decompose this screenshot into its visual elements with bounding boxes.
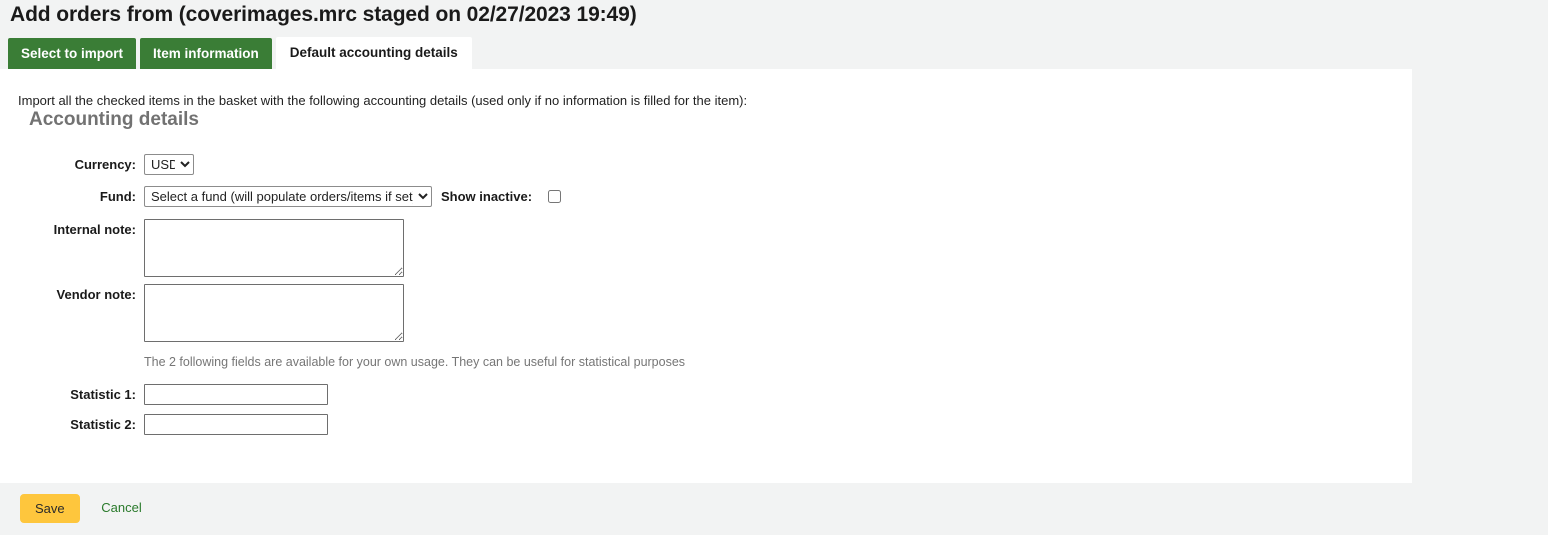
internal-note-textarea[interactable] <box>144 219 404 277</box>
section-title: Accounting details <box>29 109 199 130</box>
row-currency: Currency: USD <box>0 154 1412 176</box>
tab-bar: Select to import Item information Defaul… <box>0 36 1548 69</box>
row-fund: Fund: Select a fund (will populate order… <box>0 186 1412 208</box>
statistic-1-label: Statistic 1: <box>70 387 136 402</box>
tab-item-information[interactable]: Item information <box>140 38 272 69</box>
tab-default-accounting-details[interactable]: Default accounting details <box>275 37 472 69</box>
fund-label: Fund: <box>99 189 136 204</box>
currency-control: USD <box>144 154 1412 175</box>
vendor-note-label: Vendor note: <box>56 287 136 302</box>
show-inactive-label: Show inactive: <box>441 189 533 204</box>
statistic-1-input[interactable] <box>144 384 328 405</box>
vendor-note-control <box>144 284 1412 342</box>
vendor-note-textarea[interactable] <box>144 284 404 342</box>
tab-select-to-import[interactable]: Select to import <box>8 38 137 69</box>
intro-text: Import all the checked items in the bask… <box>18 93 748 108</box>
currency-select[interactable]: USD <box>144 154 194 175</box>
row-vendor-note: Vendor note: <box>0 284 1412 342</box>
statistics-hint: The 2 following fields are available for… <box>144 355 686 369</box>
form-actions: Save Cancel <box>0 483 1548 523</box>
internal-note-control <box>144 219 1412 277</box>
currency-label: Currency: <box>74 157 136 172</box>
save-button[interactable]: Save <box>20 494 80 523</box>
show-inactive-checkbox[interactable] <box>548 190 562 203</box>
fund-select[interactable]: Select a fund (will populate orders/item… <box>144 186 432 207</box>
internal-note-label: Internal note: <box>53 222 136 237</box>
page-title: Add orders from (coverimages.mrc staged … <box>10 3 637 26</box>
statistic-1-control <box>144 384 1412 405</box>
hint-control: The 2 following fields are available for… <box>144 354 1412 370</box>
accounting-details-fieldset: Accounting details Currency: USD Fund: S… <box>0 109 1412 436</box>
row-internal-note: Internal note: <box>0 219 1412 277</box>
accounting-details-panel: Import all the checked items in the bask… <box>0 69 1412 483</box>
row-hint: The 2 following fields are available for… <box>0 354 1412 370</box>
row-statistic-2: Statistic 2: <box>0 414 1412 436</box>
statistic-2-label: Statistic 2: <box>70 417 136 432</box>
statistic-2-control <box>144 414 1412 435</box>
cancel-link[interactable]: Cancel <box>101 494 141 522</box>
row-statistic-1: Statistic 1: <box>0 384 1412 406</box>
form-rows: Currency: USD Fund: Select a fund (will … <box>0 154 1412 436</box>
statistic-2-input[interactable] <box>144 414 328 435</box>
fund-control: Select a fund (will populate orders/item… <box>144 186 1412 207</box>
